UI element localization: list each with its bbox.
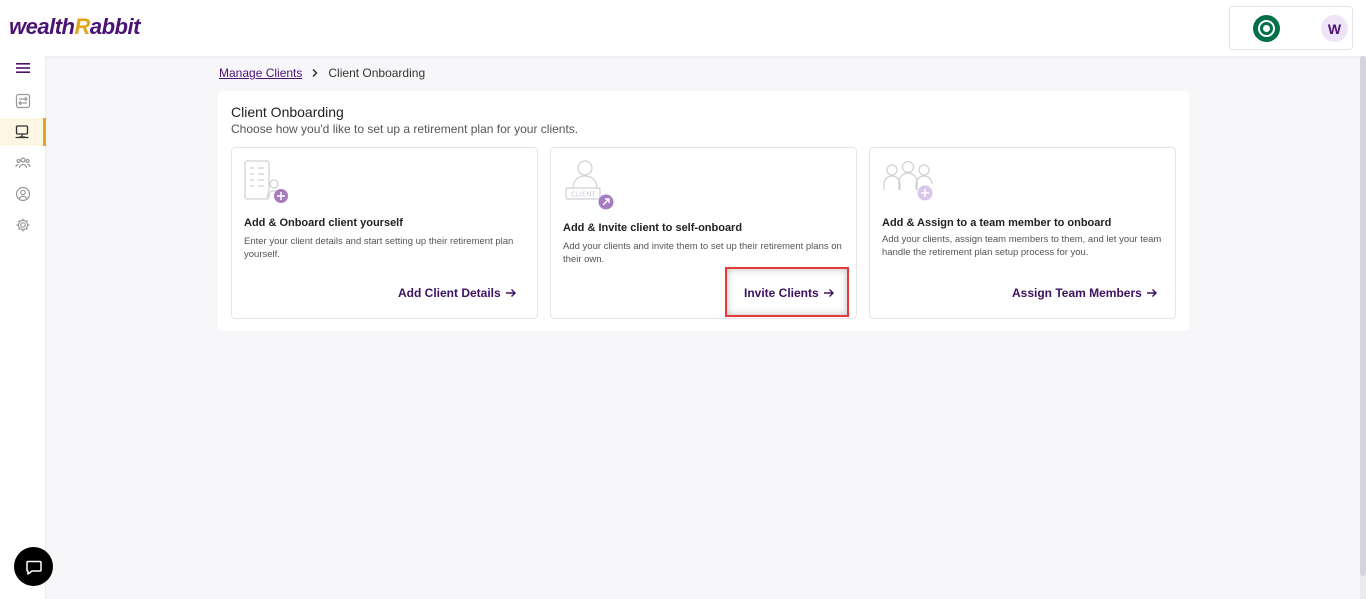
arrow-right-icon (1146, 289, 1157, 297)
sidebar-item-transfers[interactable] (0, 87, 46, 115)
avatar[interactable]: W (1321, 15, 1348, 42)
document-add-icon (244, 160, 288, 203)
card-onboard-yourself: Add & Onboard client yourself Enter your… (231, 147, 538, 319)
sidebar-item-settings[interactable] (0, 211, 46, 239)
user-circle-icon (15, 186, 31, 202)
client-onboarding-panel: Client Onboarding Choose how you'd like … (218, 91, 1189, 331)
breadcrumb: Manage Clients Client Onboarding (219, 66, 425, 80)
team-add-icon (883, 160, 933, 201)
sidebar-item-onboarding[interactable] (0, 118, 46, 146)
card-title: Add & Assign to a team member to onboard (882, 217, 1112, 229)
breadcrumb-current: Client Onboarding (328, 66, 426, 80)
page-subtitle: Choose how you'd like to set up a retire… (231, 122, 579, 136)
menu-icon (16, 63, 30, 73)
card-description: Enter your client details and start sett… (244, 236, 514, 260)
gear-icon (16, 218, 30, 232)
chevron-right-icon (310, 68, 320, 78)
sidebar-menu-toggle[interactable] (0, 54, 46, 82)
card-invite-self-onboard: CLIENT Add & Invite client to self-onboa… (550, 147, 857, 319)
card-description: Add your clients, assign team members to… (882, 234, 1162, 258)
breadcrumb-manage-clients[interactable]: Manage Clients (219, 66, 302, 80)
arrow-right-icon (505, 289, 516, 297)
team-icon (15, 157, 31, 169)
company-logo (1253, 15, 1280, 42)
card-assign-team-member: Add & Assign to a team member to onboard… (869, 147, 1176, 319)
assign-team-members-link[interactable]: Assign Team Members (1012, 286, 1158, 300)
top-bar: wealthRabbit W (0, 0, 1366, 56)
card-description: Add your clients and invite them to set … (563, 241, 842, 265)
svg-text:CLIENT: CLIENT (571, 191, 597, 199)
client-invite-icon: CLIENT (565, 160, 614, 210)
scrollbar-thumb[interactable] (1360, 56, 1366, 576)
sidebar-item-profile[interactable] (0, 180, 46, 208)
arrow-right-icon (823, 289, 834, 297)
card-title: Add & Invite client to self-onboard (563, 222, 743, 234)
add-client-details-link[interactable]: Add Client Details (398, 286, 517, 300)
card-title: Add & Onboard client yourself (244, 217, 403, 229)
invite-clients-link[interactable]: Invite Clients (744, 286, 835, 300)
chat-button[interactable] (14, 547, 53, 586)
chat-icon (25, 560, 42, 575)
monitor-icon (15, 125, 28, 139)
wealthrabbit-logo[interactable]: wealthRabbit (9, 14, 140, 40)
page-title: Client Onboarding (231, 104, 344, 120)
sidebar (0, 56, 46, 599)
transfer-icon (15, 93, 31, 109)
sidebar-item-team[interactable] (0, 149, 46, 177)
account-switcher[interactable]: W (1229, 6, 1353, 50)
